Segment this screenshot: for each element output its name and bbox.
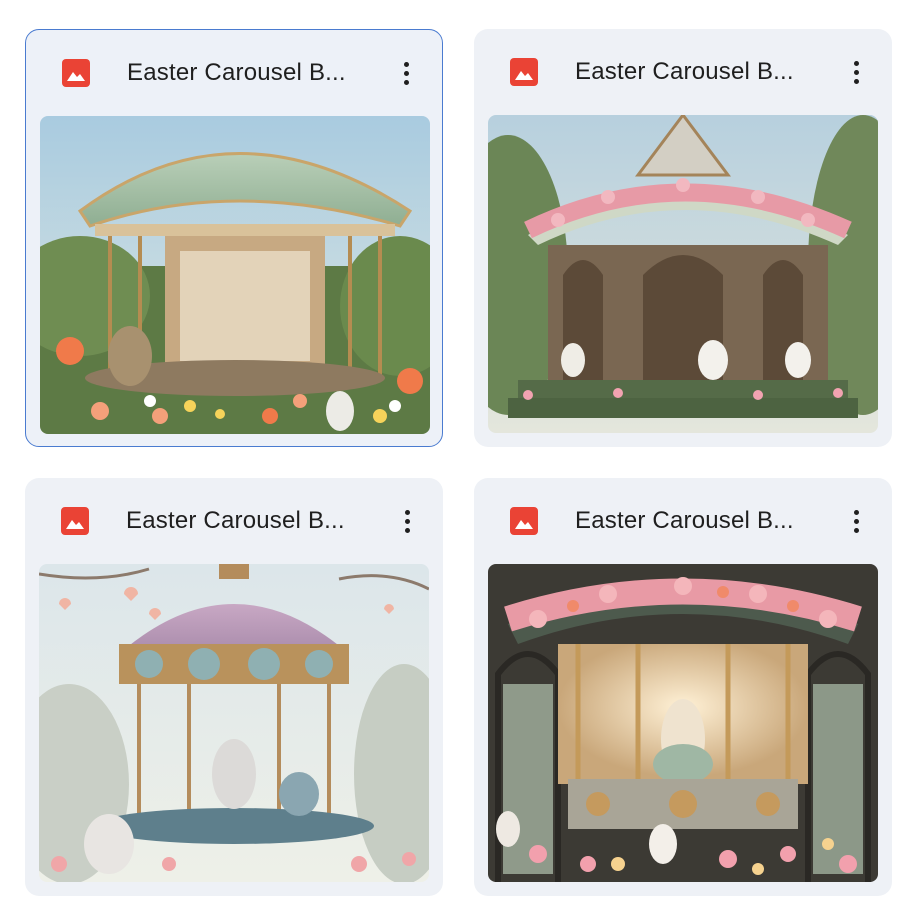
carousel-image	[488, 115, 878, 433]
more-options-icon[interactable]	[394, 55, 418, 91]
more-options-icon[interactable]	[844, 503, 868, 539]
file-thumbnail[interactable]	[39, 564, 429, 882]
file-card-3[interactable]: Easter Carousel B...	[25, 478, 443, 896]
file-title: Easter Carousel B...	[575, 507, 794, 534]
file-thumbnail[interactable]	[40, 116, 430, 434]
file-card-4[interactable]: Easter Carousel B...	[474, 478, 892, 896]
file-card-header: Easter Carousel B...	[474, 478, 892, 564]
file-card-header: Easter Carousel B...	[25, 478, 443, 564]
image-file-icon	[61, 507, 89, 535]
image-file-icon	[62, 59, 90, 87]
file-card-header: Easter Carousel B...	[26, 30, 442, 116]
file-title: Easter Carousel B...	[127, 59, 346, 86]
file-card-2[interactable]: Easter Carousel B...	[474, 29, 892, 447]
image-file-icon	[510, 58, 538, 86]
carousel-image	[488, 564, 878, 882]
file-card-1[interactable]: Easter Carousel B...	[25, 29, 443, 447]
file-card-header: Easter Carousel B...	[474, 29, 892, 115]
image-file-icon	[510, 507, 538, 535]
file-title: Easter Carousel B...	[575, 58, 794, 85]
carousel-image	[39, 564, 429, 882]
more-options-icon[interactable]	[844, 54, 868, 90]
file-thumbnail[interactable]	[488, 564, 878, 882]
file-title: Easter Carousel B...	[126, 507, 345, 534]
carousel-image	[40, 116, 430, 434]
more-options-icon[interactable]	[395, 503, 419, 539]
file-thumbnail[interactable]	[488, 115, 878, 433]
